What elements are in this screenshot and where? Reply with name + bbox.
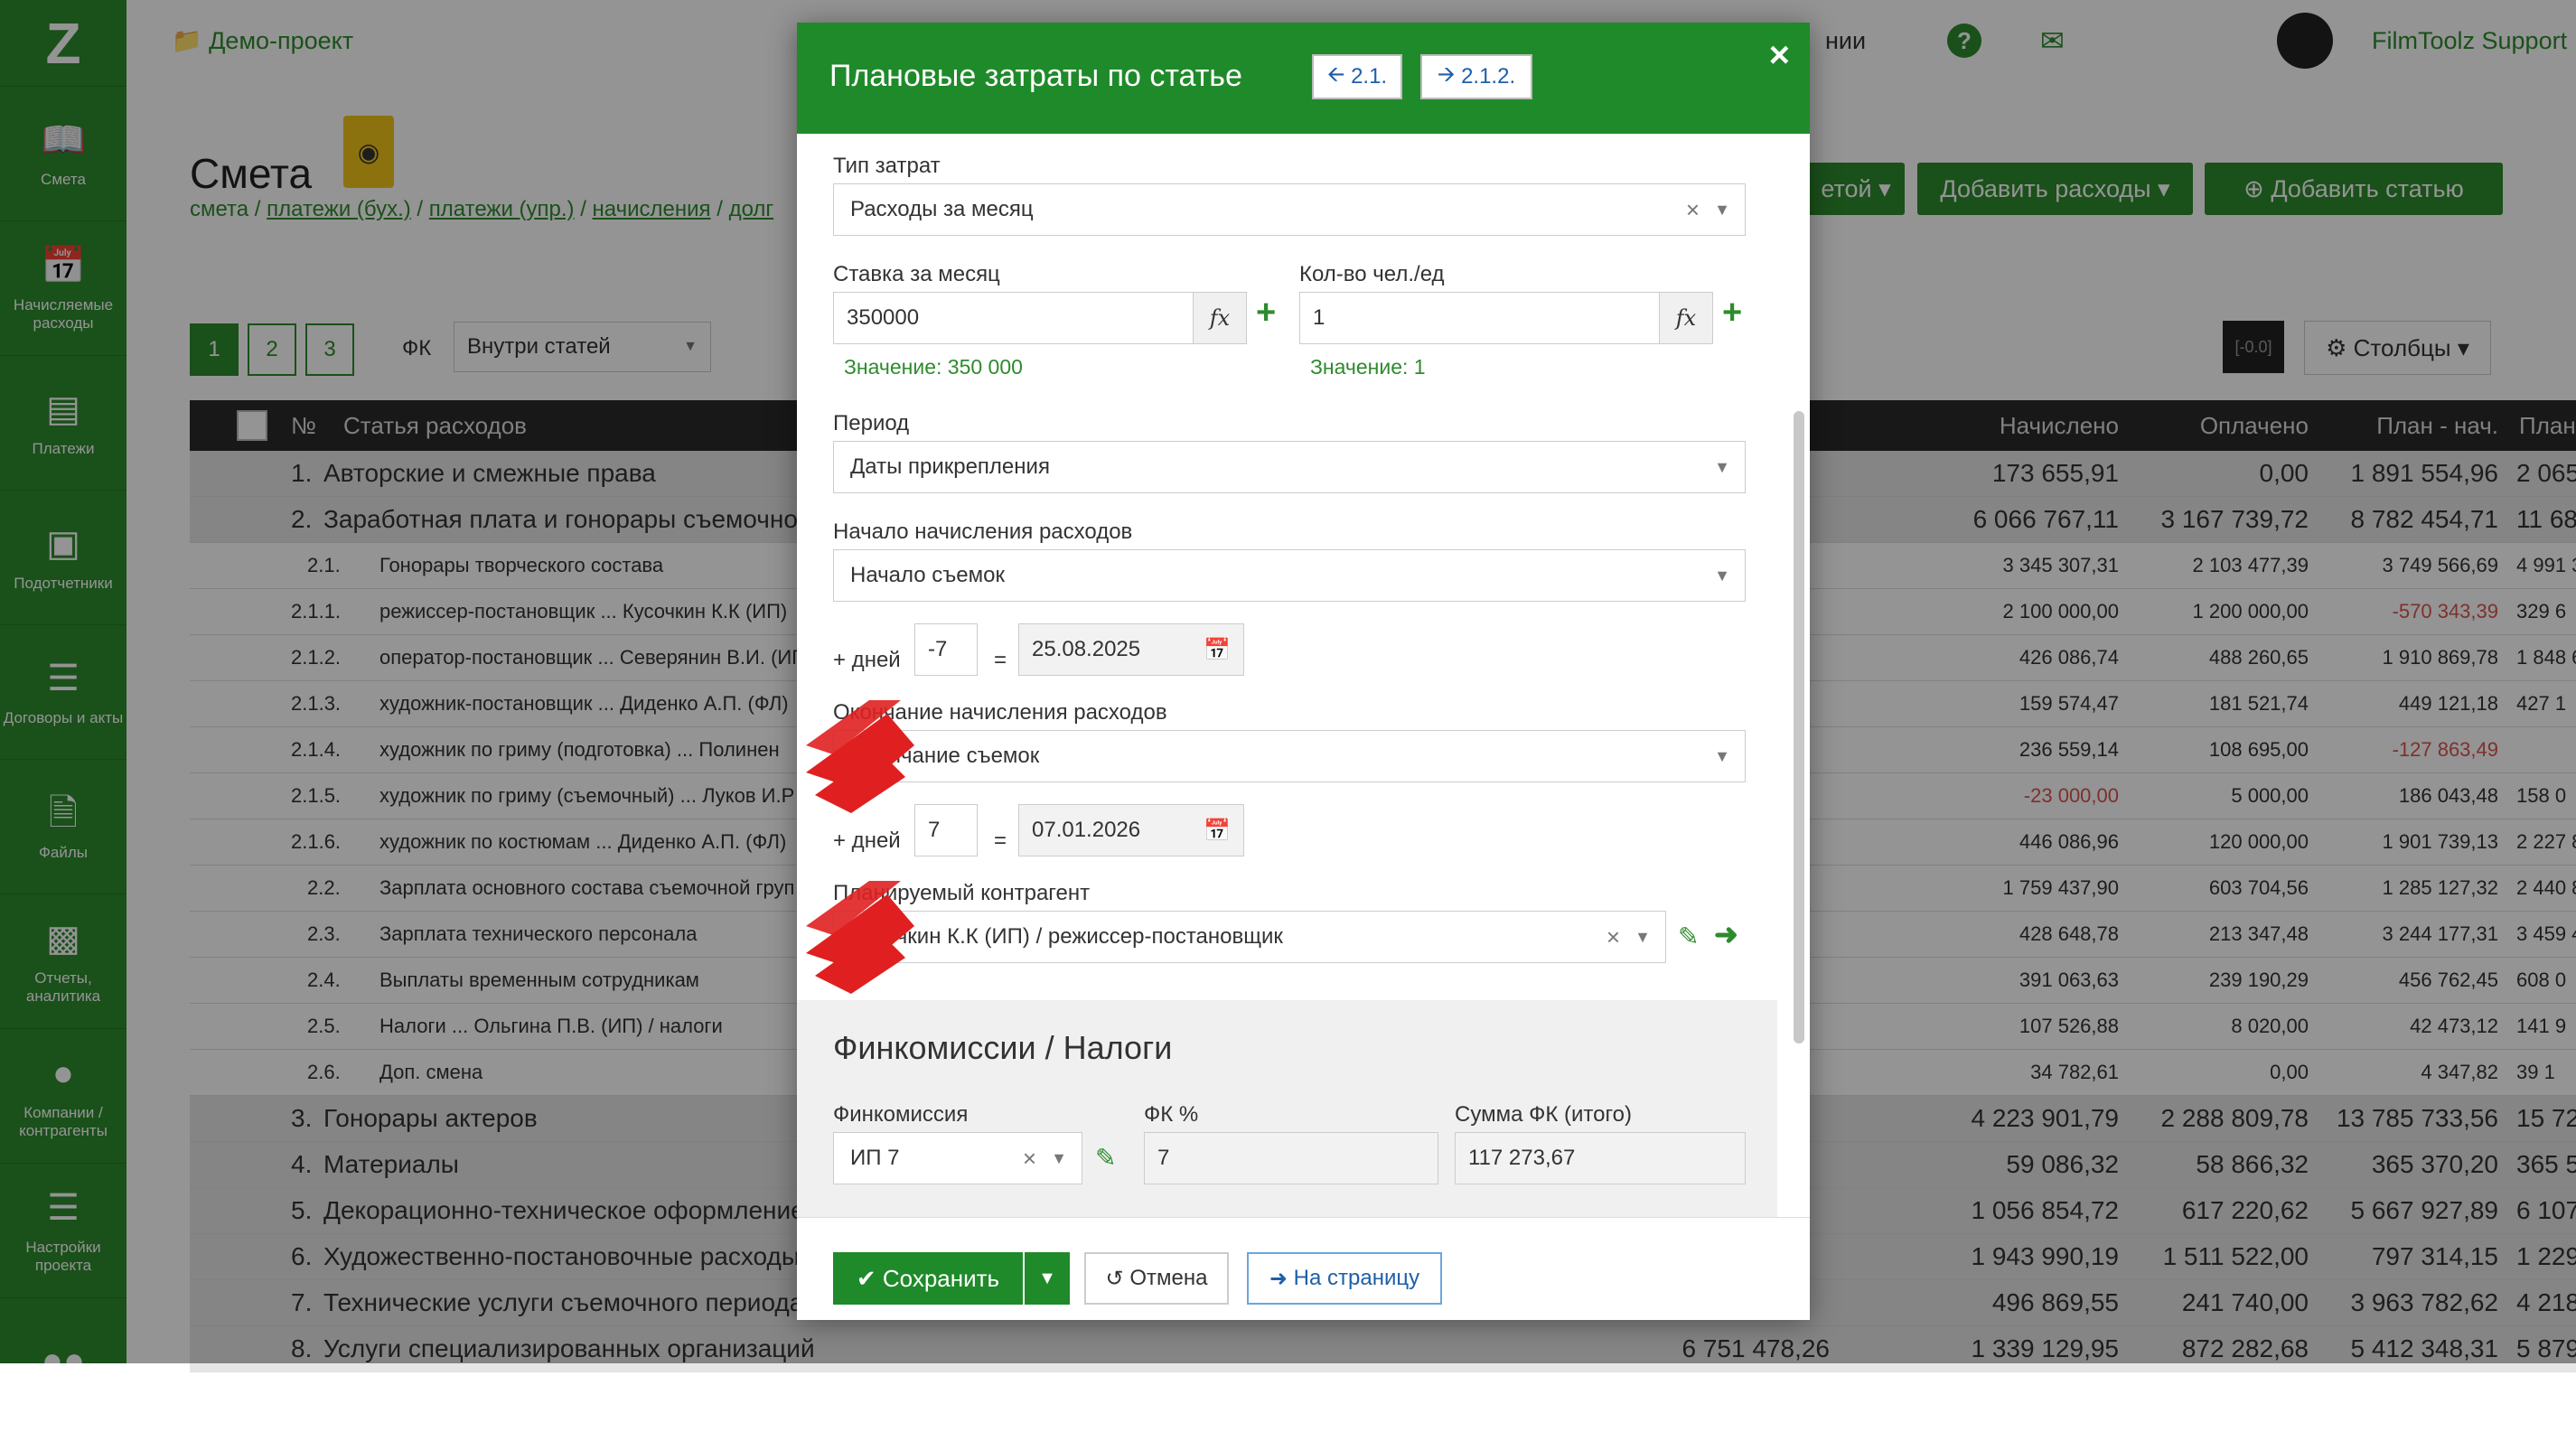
period-label: Период xyxy=(833,411,910,435)
fin-commission-label: Финкомиссия xyxy=(833,1102,969,1127)
fk-percent-input: 7 xyxy=(1144,1132,1438,1184)
section-title: Финкомиссии / Налоги xyxy=(833,1029,1173,1066)
start-label: Начало начисления расходов xyxy=(833,519,1133,544)
qty-input[interactable]: 1 xyxy=(1299,292,1661,344)
chevron-down-icon: ▼ xyxy=(1714,566,1730,585)
rate-add-icon[interactable]: + xyxy=(1256,294,1276,332)
start-select[interactable]: Начало съемок ▼ xyxy=(833,549,1746,602)
rate-input[interactable]: 350000 xyxy=(833,292,1194,344)
chevron-down-icon: ▼ xyxy=(1714,746,1730,765)
arrow-right-icon: ➜ xyxy=(1269,1266,1288,1291)
modal-footer: ✔ Сохранить ▼ ↺ Отмена ➜ На страницу xyxy=(797,1217,1810,1320)
annotation-arrow-icon xyxy=(806,700,914,813)
edit-pencil-icon[interactable]: ✎ xyxy=(1095,1143,1116,1173)
rate-value-note: Значение: 350 000 xyxy=(844,355,1023,379)
modal-scrollbar[interactable] xyxy=(1794,411,1804,1044)
cancel-button[interactable]: ↺ Отмена xyxy=(1084,1252,1229,1305)
arrow-right-icon[interactable]: ➜ xyxy=(1714,917,1738,951)
next-article-button[interactable]: 🡪 2.1.2. xyxy=(1420,54,1532,99)
cost-type-label: Тип затрат xyxy=(833,154,941,178)
chevron-down-icon: ▼ xyxy=(1714,457,1730,476)
qty-add-icon[interactable]: + xyxy=(1722,294,1742,332)
fin-commission-section: Финкомиссии / Налоги Финкомиссия ИП 7 × … xyxy=(797,1000,1777,1217)
clear-icon[interactable]: × xyxy=(1686,196,1700,224)
modal-title: Плановые затраты по статье xyxy=(829,59,1242,93)
save-options-button[interactable]: ▼ xyxy=(1025,1252,1070,1305)
fk-percent-label: ФК % xyxy=(1144,1102,1199,1127)
chevron-down-icon: ▼ xyxy=(1635,927,1651,946)
save-button[interactable]: ✔ Сохранить xyxy=(833,1252,1023,1305)
chevron-down-icon: ▼ xyxy=(1714,200,1730,219)
fin-commission-select[interactable]: ИП 7 × ▼ xyxy=(833,1132,1082,1184)
qty-value-note: Значение: 1 xyxy=(1310,355,1426,379)
arrow-right-icon: 🡪 xyxy=(1437,61,1456,87)
chevron-down-icon: ▼ xyxy=(1051,1148,1067,1167)
end-date-input[interactable]: 07.01.2026 📅 xyxy=(1018,804,1244,856)
qty-label: Кол-во чел./ед xyxy=(1299,262,1445,286)
clear-icon[interactable]: × xyxy=(1606,923,1620,951)
undo-icon: ↺ xyxy=(1105,1266,1124,1291)
to-page-button[interactable]: ➜ На страницу xyxy=(1247,1252,1442,1305)
close-icon[interactable]: × xyxy=(1769,35,1790,76)
equals-sign: = xyxy=(994,648,1007,672)
fk-sum-input: 117 273,67 xyxy=(1455,1132,1746,1184)
calendar-icon[interactable]: 📅 xyxy=(1204,637,1231,663)
equals-sign: = xyxy=(994,828,1007,853)
modal-header: Плановые затраты по статье 🡨 2.1. 🡪 2.1.… xyxy=(797,23,1810,134)
annotation-arrow-icon xyxy=(806,881,914,994)
cost-type-select[interactable]: Расходы за месяц × ▼ xyxy=(833,183,1746,236)
planned-costs-modal: Плановые затраты по статье 🡨 2.1. 🡪 2.1.… xyxy=(797,23,1810,1320)
start-date-input[interactable]: 25.08.2025 📅 xyxy=(1018,623,1244,676)
arrow-left-icon: 🡨 xyxy=(1326,61,1345,87)
period-select[interactable]: Даты прикрепления ▼ xyxy=(833,441,1746,493)
chevron-down-icon: ▼ xyxy=(1038,1268,1056,1288)
check-icon: ✔ xyxy=(856,1264,876,1292)
clear-icon[interactable]: × xyxy=(1023,1145,1036,1173)
qty-formula-button[interactable]: fx xyxy=(1659,292,1713,344)
calendar-icon[interactable]: 📅 xyxy=(1204,818,1231,844)
edit-pencil-icon[interactable]: ✎ xyxy=(1678,922,1699,951)
fk-sum-label: Сумма ФК (итого) xyxy=(1455,1102,1633,1127)
prev-article-button[interactable]: 🡨 2.1. xyxy=(1312,54,1402,99)
rate-label: Ставка за месяц xyxy=(833,262,1000,286)
rate-formula-button[interactable]: fx xyxy=(1193,292,1247,344)
